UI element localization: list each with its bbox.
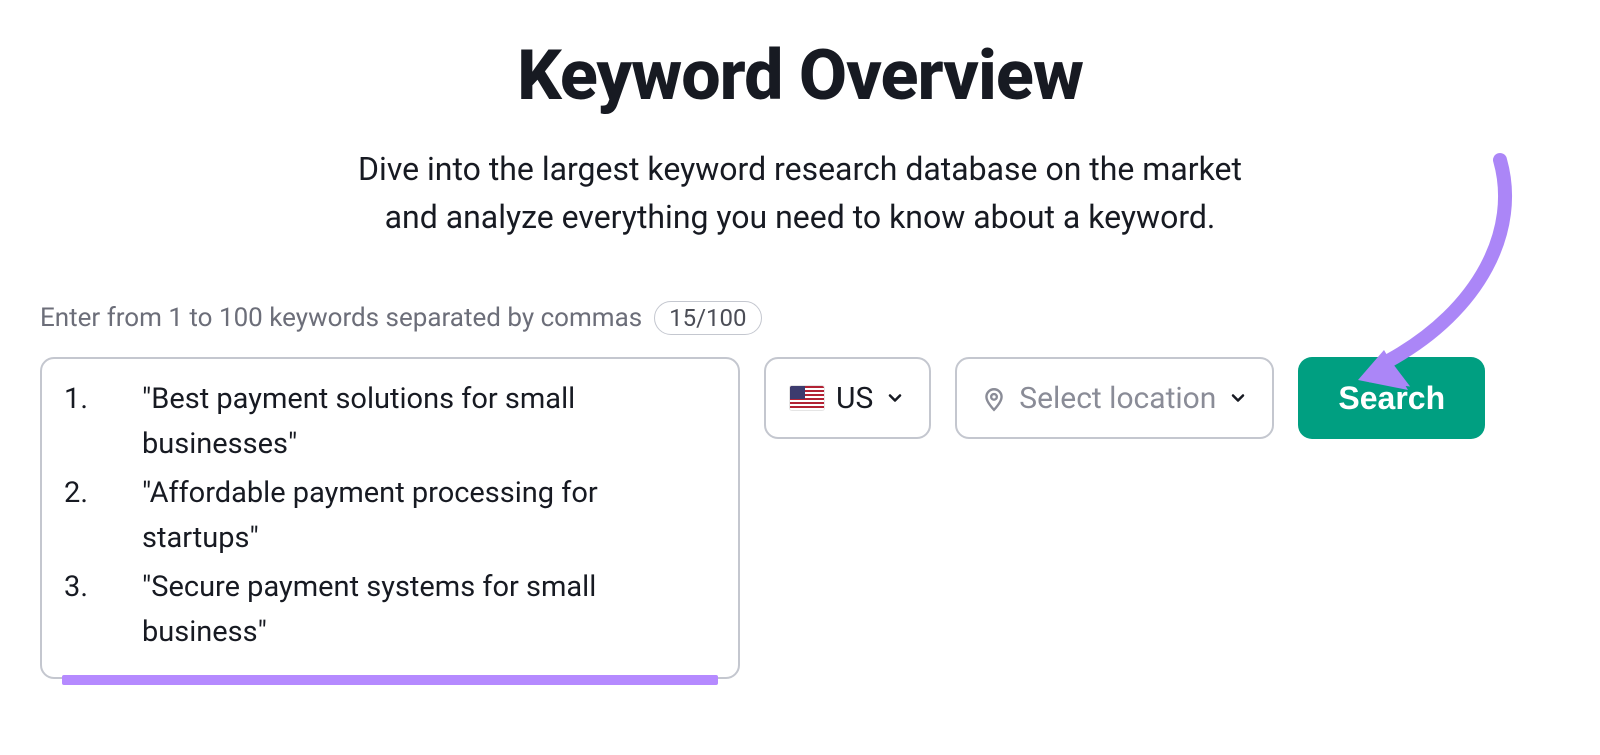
location-dropdown[interactable]: Select location bbox=[955, 357, 1274, 439]
keyword-list: "Best payment solutions for small busine… bbox=[64, 377, 716, 655]
country-dropdown[interactable]: US bbox=[764, 357, 931, 439]
keyword-item: "Affordable payment processing for start… bbox=[64, 471, 716, 561]
keyword-item: "Secure payment systems for small busine… bbox=[64, 565, 716, 655]
chevron-down-icon bbox=[885, 388, 905, 408]
page-title: Keyword Overview bbox=[40, 35, 1560, 117]
form-row: "Best payment solutions for small busine… bbox=[40, 357, 1560, 679]
page-subheading: Dive into the largest keyword research d… bbox=[40, 145, 1560, 241]
keyword-counter: 15/100 bbox=[654, 301, 761, 335]
keyword-item: "Best payment solutions for small busine… bbox=[64, 377, 716, 467]
chevron-down-icon bbox=[1228, 388, 1248, 408]
location-placeholder: Select location bbox=[1019, 381, 1216, 416]
subheading-line-1: Dive into the largest keyword research d… bbox=[358, 150, 1242, 188]
location-pin-icon bbox=[981, 385, 1007, 411]
subheading-line-2: and analyze everything you need to know … bbox=[385, 198, 1216, 236]
search-button[interactable]: Search bbox=[1298, 357, 1485, 439]
helper-row: Enter from 1 to 100 keywords separated b… bbox=[40, 301, 1560, 335]
country-label: US bbox=[836, 381, 873, 416]
helper-text: Enter from 1 to 100 keywords separated b… bbox=[40, 303, 642, 333]
us-flag-icon bbox=[790, 386, 824, 410]
keyword-input[interactable]: "Best payment solutions for small busine… bbox=[40, 357, 740, 679]
highlight-underline bbox=[62, 675, 718, 685]
